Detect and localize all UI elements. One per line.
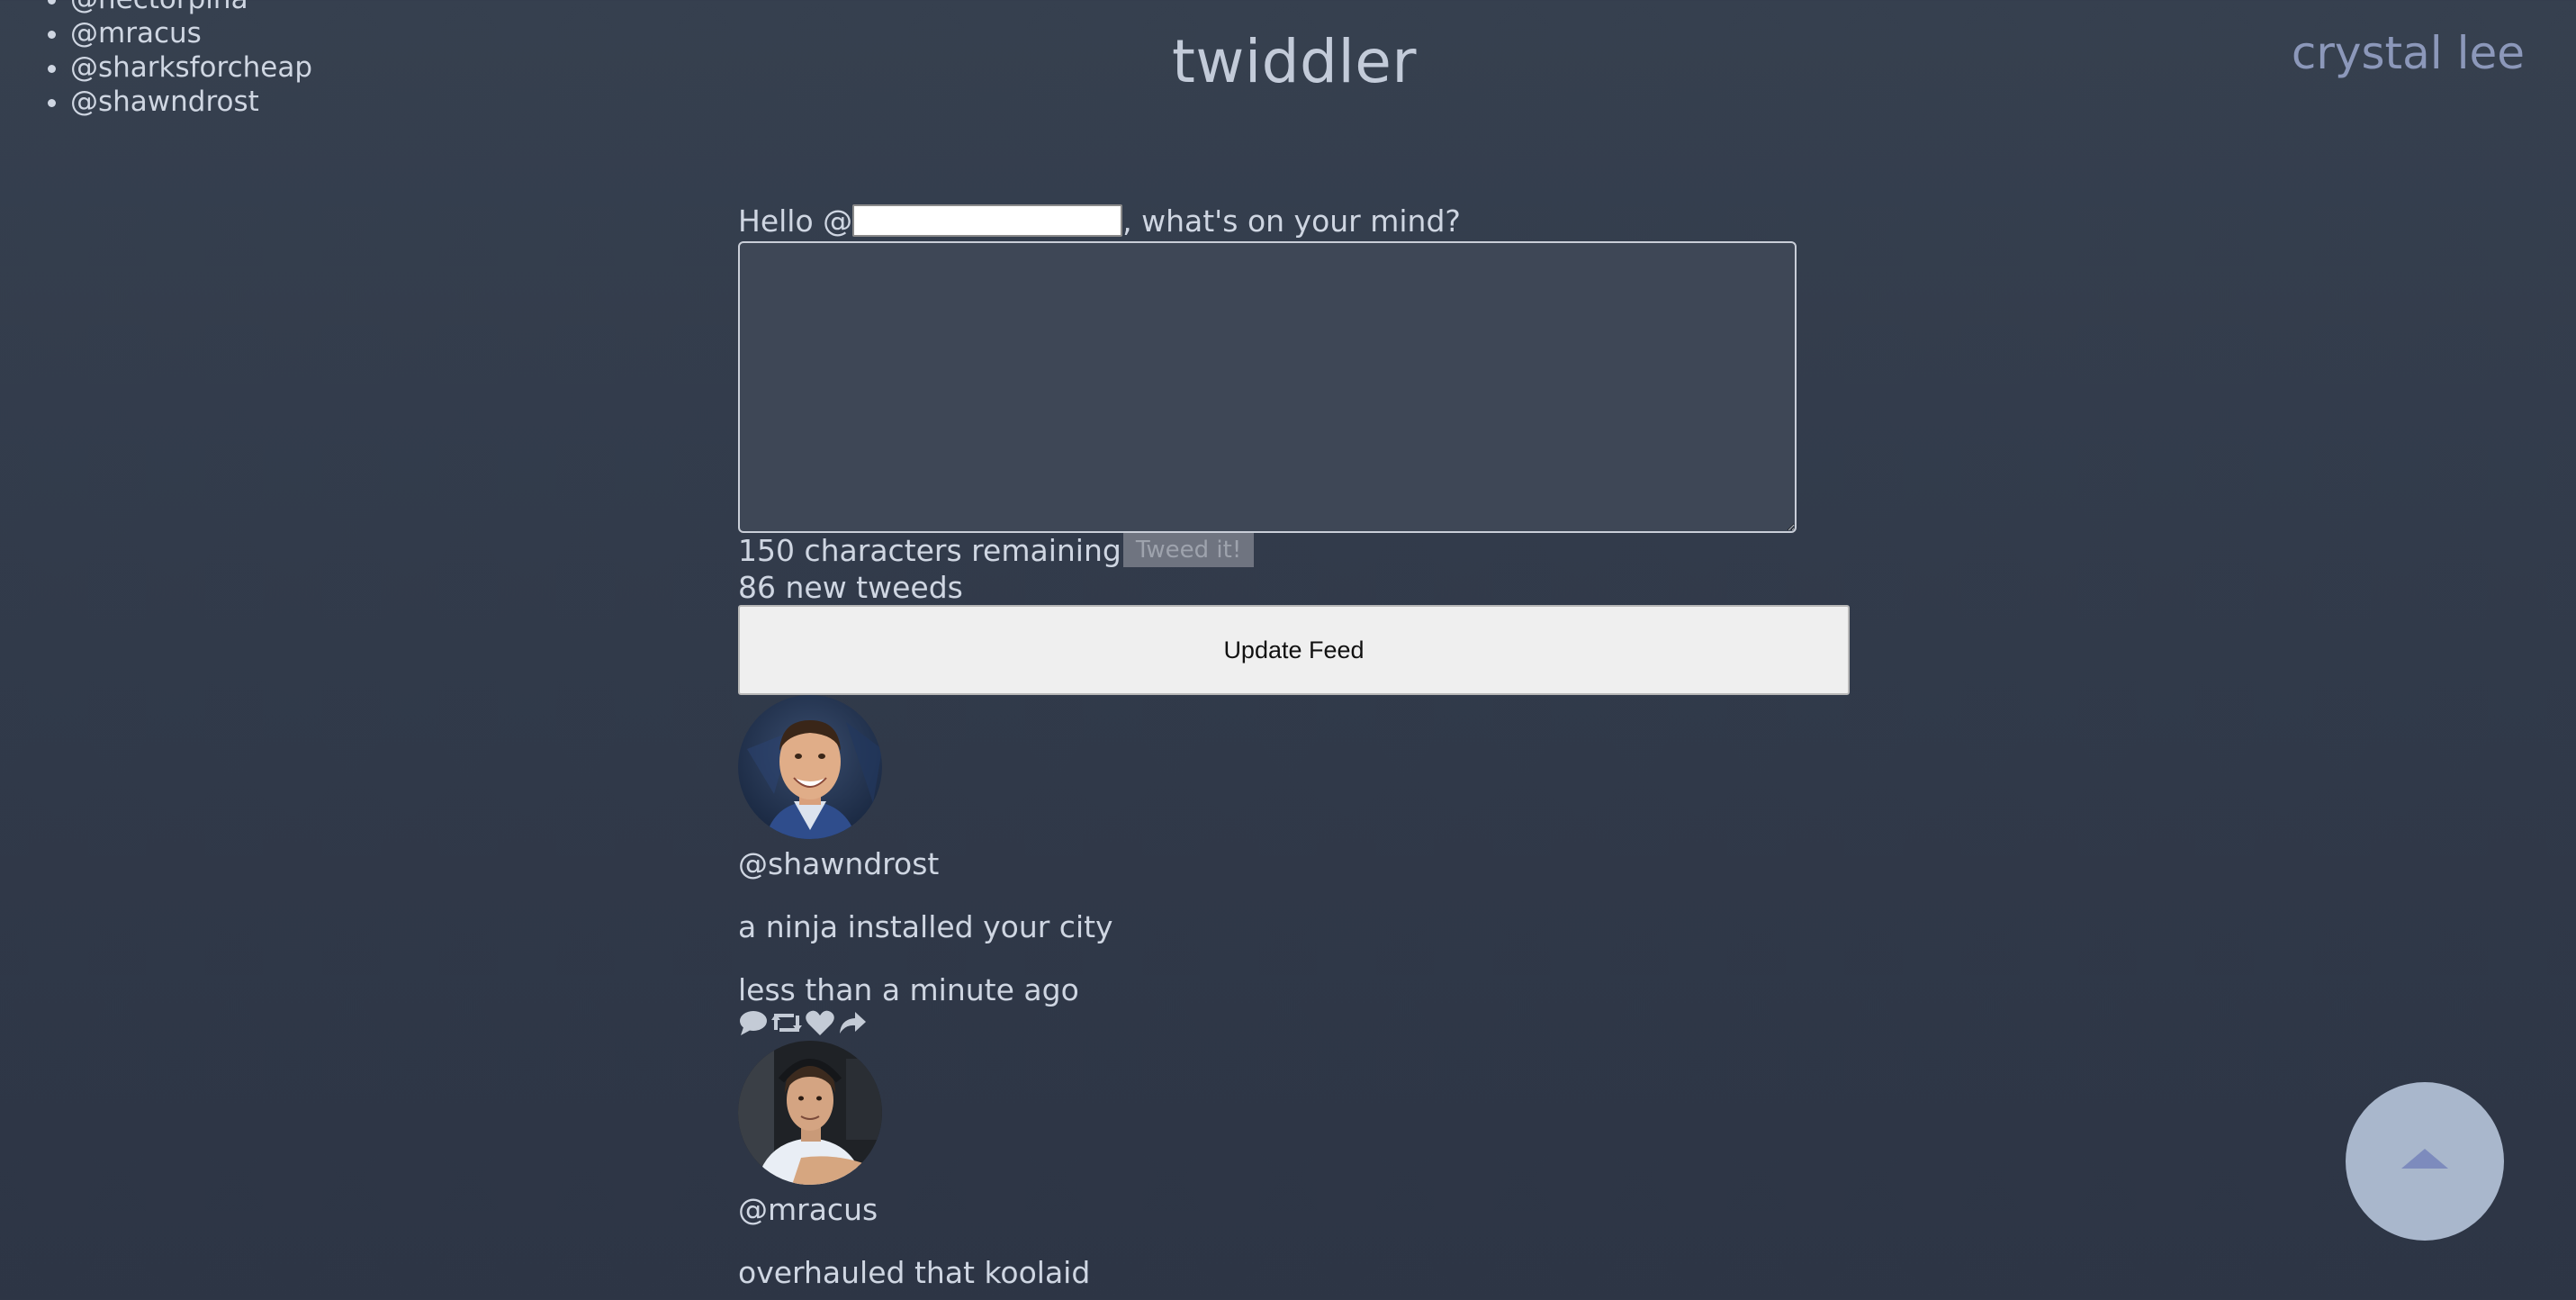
heart-icon[interactable] <box>805 1008 835 1037</box>
comment-icon[interactable] <box>738 1008 769 1037</box>
characters-remaining: 150 characters remaining <box>738 532 1121 568</box>
app-title: twiddler <box>1171 27 1418 96</box>
tweet: @mracus overhauled that koolaid <box>738 1041 1090 1290</box>
greeting-prefix: Hello @ <box>738 203 853 239</box>
greeting-suffix: , what's on your mind? <box>1122 203 1461 239</box>
username-input[interactable] <box>852 204 1123 237</box>
tweed-button[interactable]: Tweed it! <box>1122 533 1255 567</box>
tweet-timestamp: less than a minute ago <box>738 972 1079 1007</box>
retweet-icon[interactable] <box>770 1008 803 1037</box>
current-user-name: crystal lee <box>2291 27 2525 79</box>
message-input[interactable] <box>738 241 1797 533</box>
tweet-handle[interactable]: @shawndrost <box>738 846 939 881</box>
new-tweeds-count: 86 new tweeds <box>738 570 963 605</box>
share-icon[interactable] <box>837 1008 868 1037</box>
avatar[interactable] <box>738 695 882 839</box>
tweet-text: overhauled that koolaid <box>738 1255 1091 1290</box>
compose-greeting: Hello @ , what's on your mind? <box>738 200 1461 241</box>
update-feed-button[interactable]: Update Feed <box>738 605 1850 695</box>
compose-footer: 150 characters remaining Tweed it! <box>738 531 1255 569</box>
scroll-to-top-button[interactable] <box>2346 1082 2504 1241</box>
tweet-handle[interactable]: @mracus <box>738 1192 878 1227</box>
arrow-up-icon <box>2346 1149 2504 1243</box>
avatar[interactable] <box>738 1041 882 1185</box>
tweet: @shawndrost a ninja installed your city … <box>738 695 1113 1035</box>
tweet-actions <box>738 1008 868 1037</box>
user-list-item[interactable]: @hectorpina <box>70 0 312 16</box>
tweet-text: a ninja installed your city <box>738 909 1113 944</box>
